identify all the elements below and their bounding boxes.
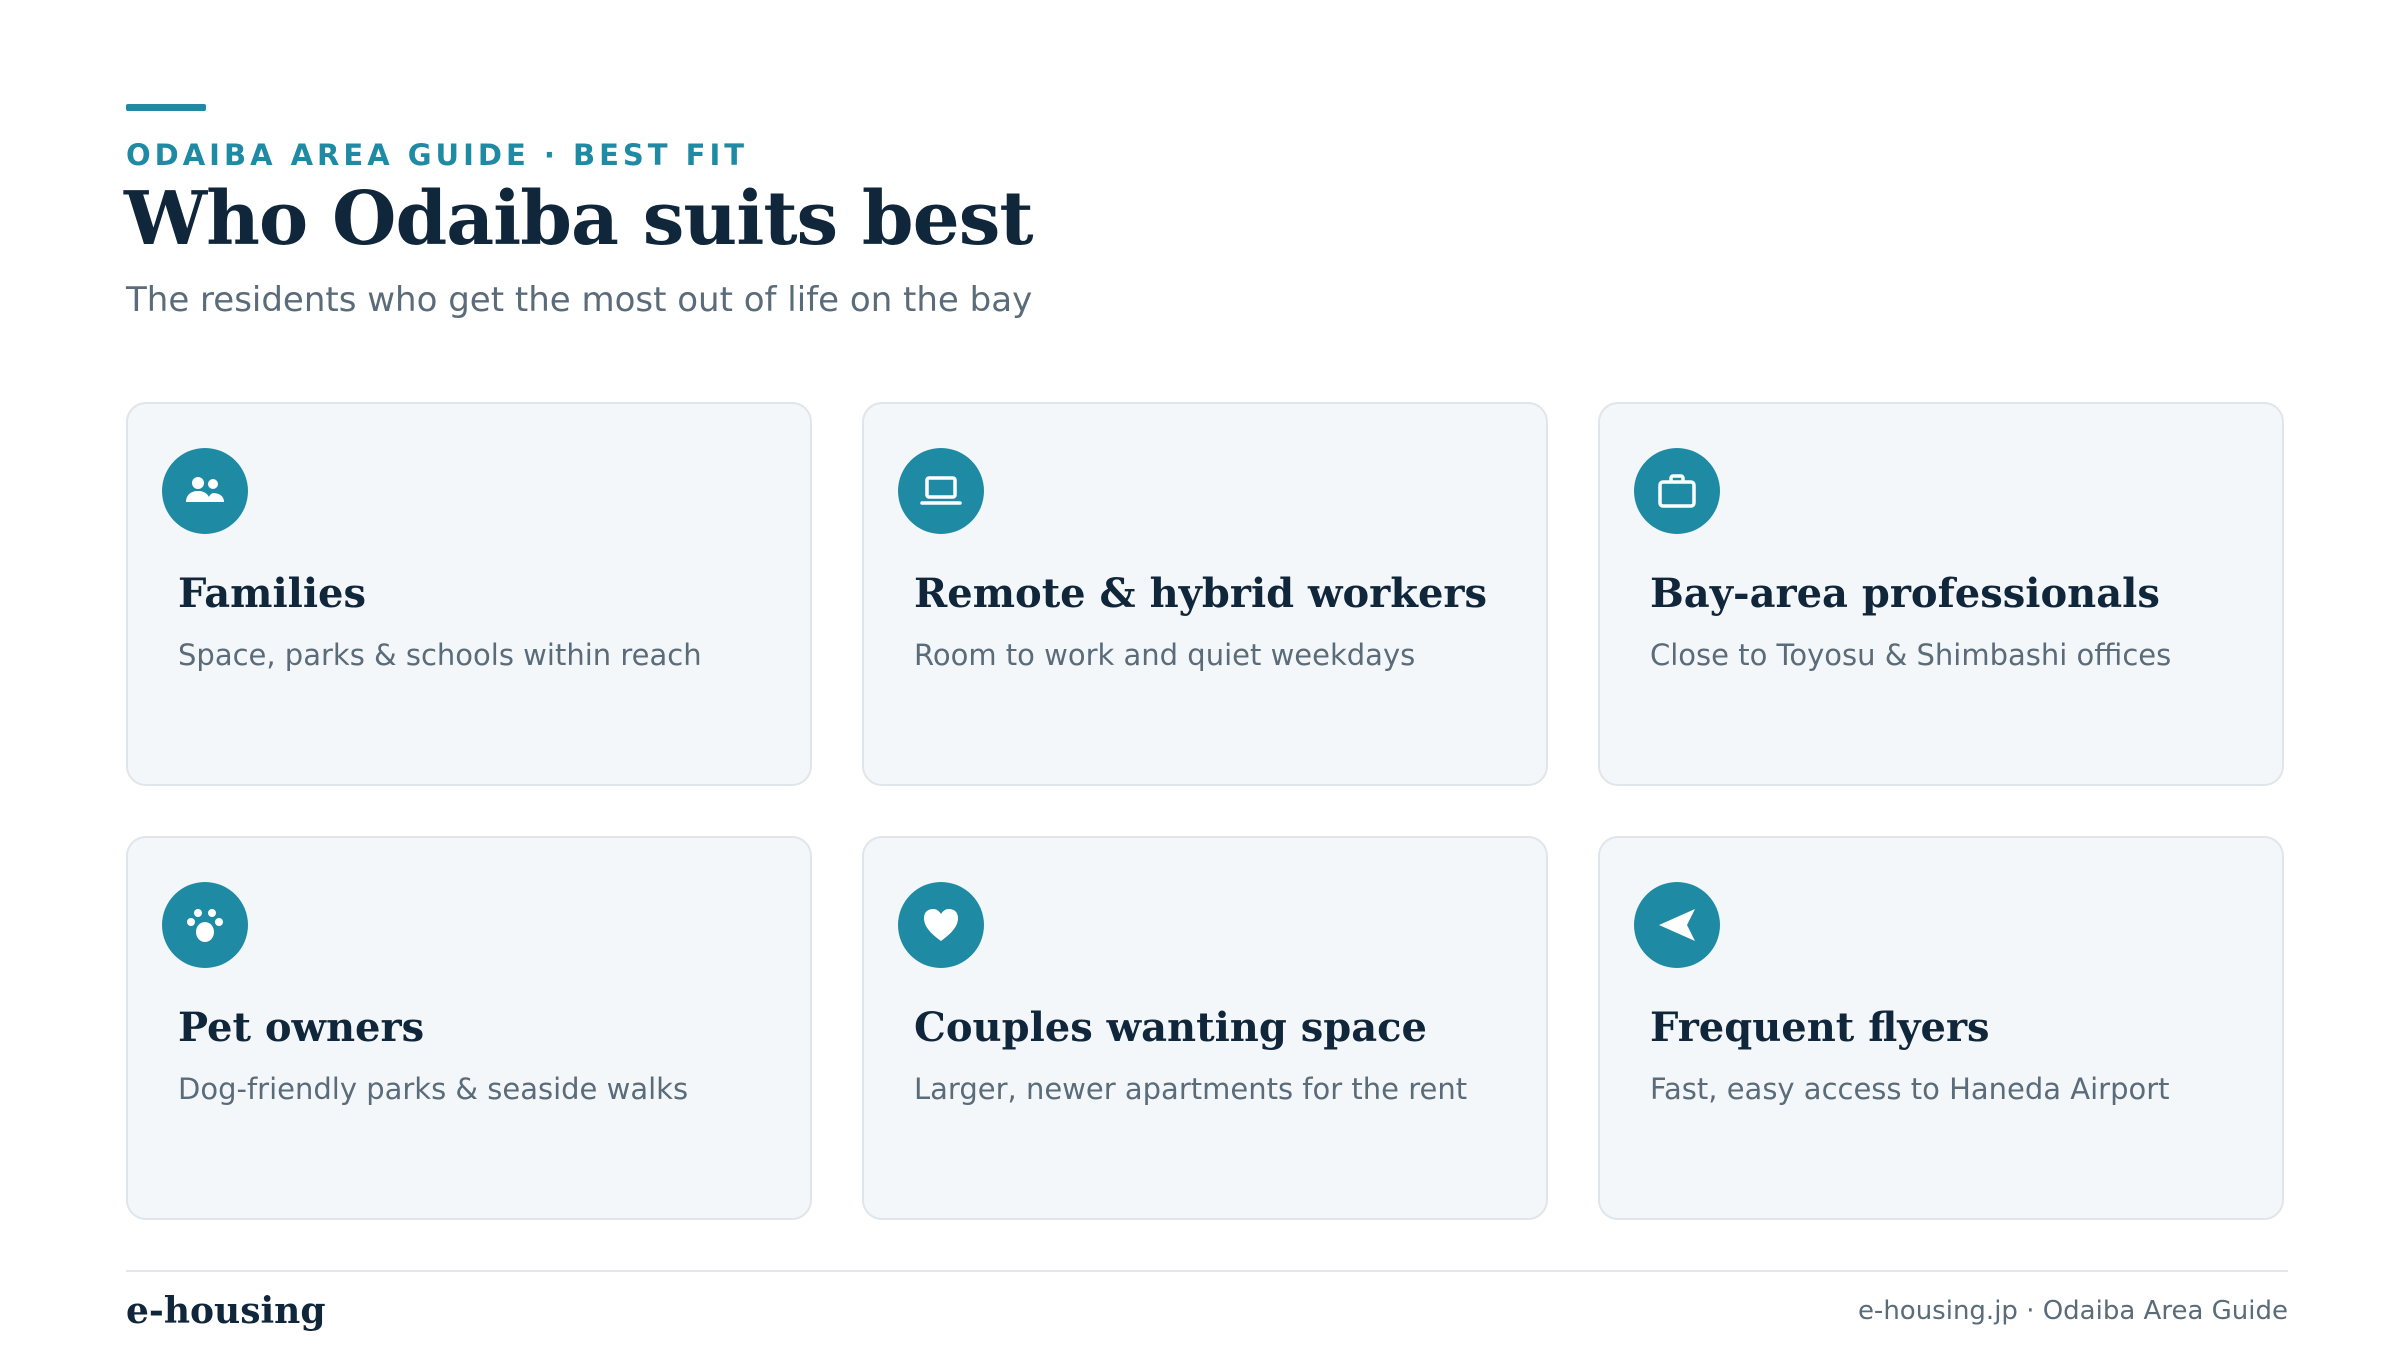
card-remote-workers: Remote & hybrid workers Room to work and… [862,402,1548,786]
laptop-icon [898,448,984,534]
card-couples: Couples wanting space Larger, newer apar… [862,836,1548,1220]
page-subtitle: The residents who get the most out of li… [126,280,1033,320]
footer-divider [126,1270,2288,1272]
card-title: Families [178,570,367,617]
plane-icon [1634,882,1720,968]
card-description: Dog-friendly parks & seaside walks [178,1072,689,1106]
page-title: Who Odaiba suits best [124,176,1034,262]
eyebrow-label: ODAIBA AREA GUIDE · BEST FIT [126,138,749,172]
card-description: Space, parks & schools within reach [178,638,702,672]
briefcase-icon [1634,448,1720,534]
card-title: Bay-area professionals [1650,570,2160,617]
card-title: Pet owners [178,1004,425,1051]
footer-source: e-housing.jp · Odaiba Area Guide [1857,1296,2288,1326]
card-title: Remote & hybrid workers [914,570,1487,617]
card-bay-professionals: Bay-area professionals Close to Toyosu &… [1598,402,2284,786]
card-title: Couples wanting space [914,1004,1427,1051]
heart-icon [898,882,984,968]
paw-icon [162,882,248,968]
card-pet-owners: Pet owners Dog-friendly parks & seaside … [126,836,812,1220]
card-frequent-flyers: Frequent flyers Fast, easy access to Han… [1598,836,2284,1220]
card-description: Close to Toyosu & Shimbashi offices [1650,638,2172,672]
accent-bar [126,104,206,111]
card-families: Families Space, parks & schools within r… [126,402,812,786]
card-description: Fast, easy access to Haneda Airport [1650,1072,2170,1106]
family-icon [162,448,248,534]
card-description: Room to work and quiet weekdays [914,638,1416,672]
brand-logo: e-housing [126,1290,326,1332]
card-description: Larger, newer apartments for the rent [914,1072,1468,1106]
card-title: Frequent flyers [1650,1004,1990,1051]
